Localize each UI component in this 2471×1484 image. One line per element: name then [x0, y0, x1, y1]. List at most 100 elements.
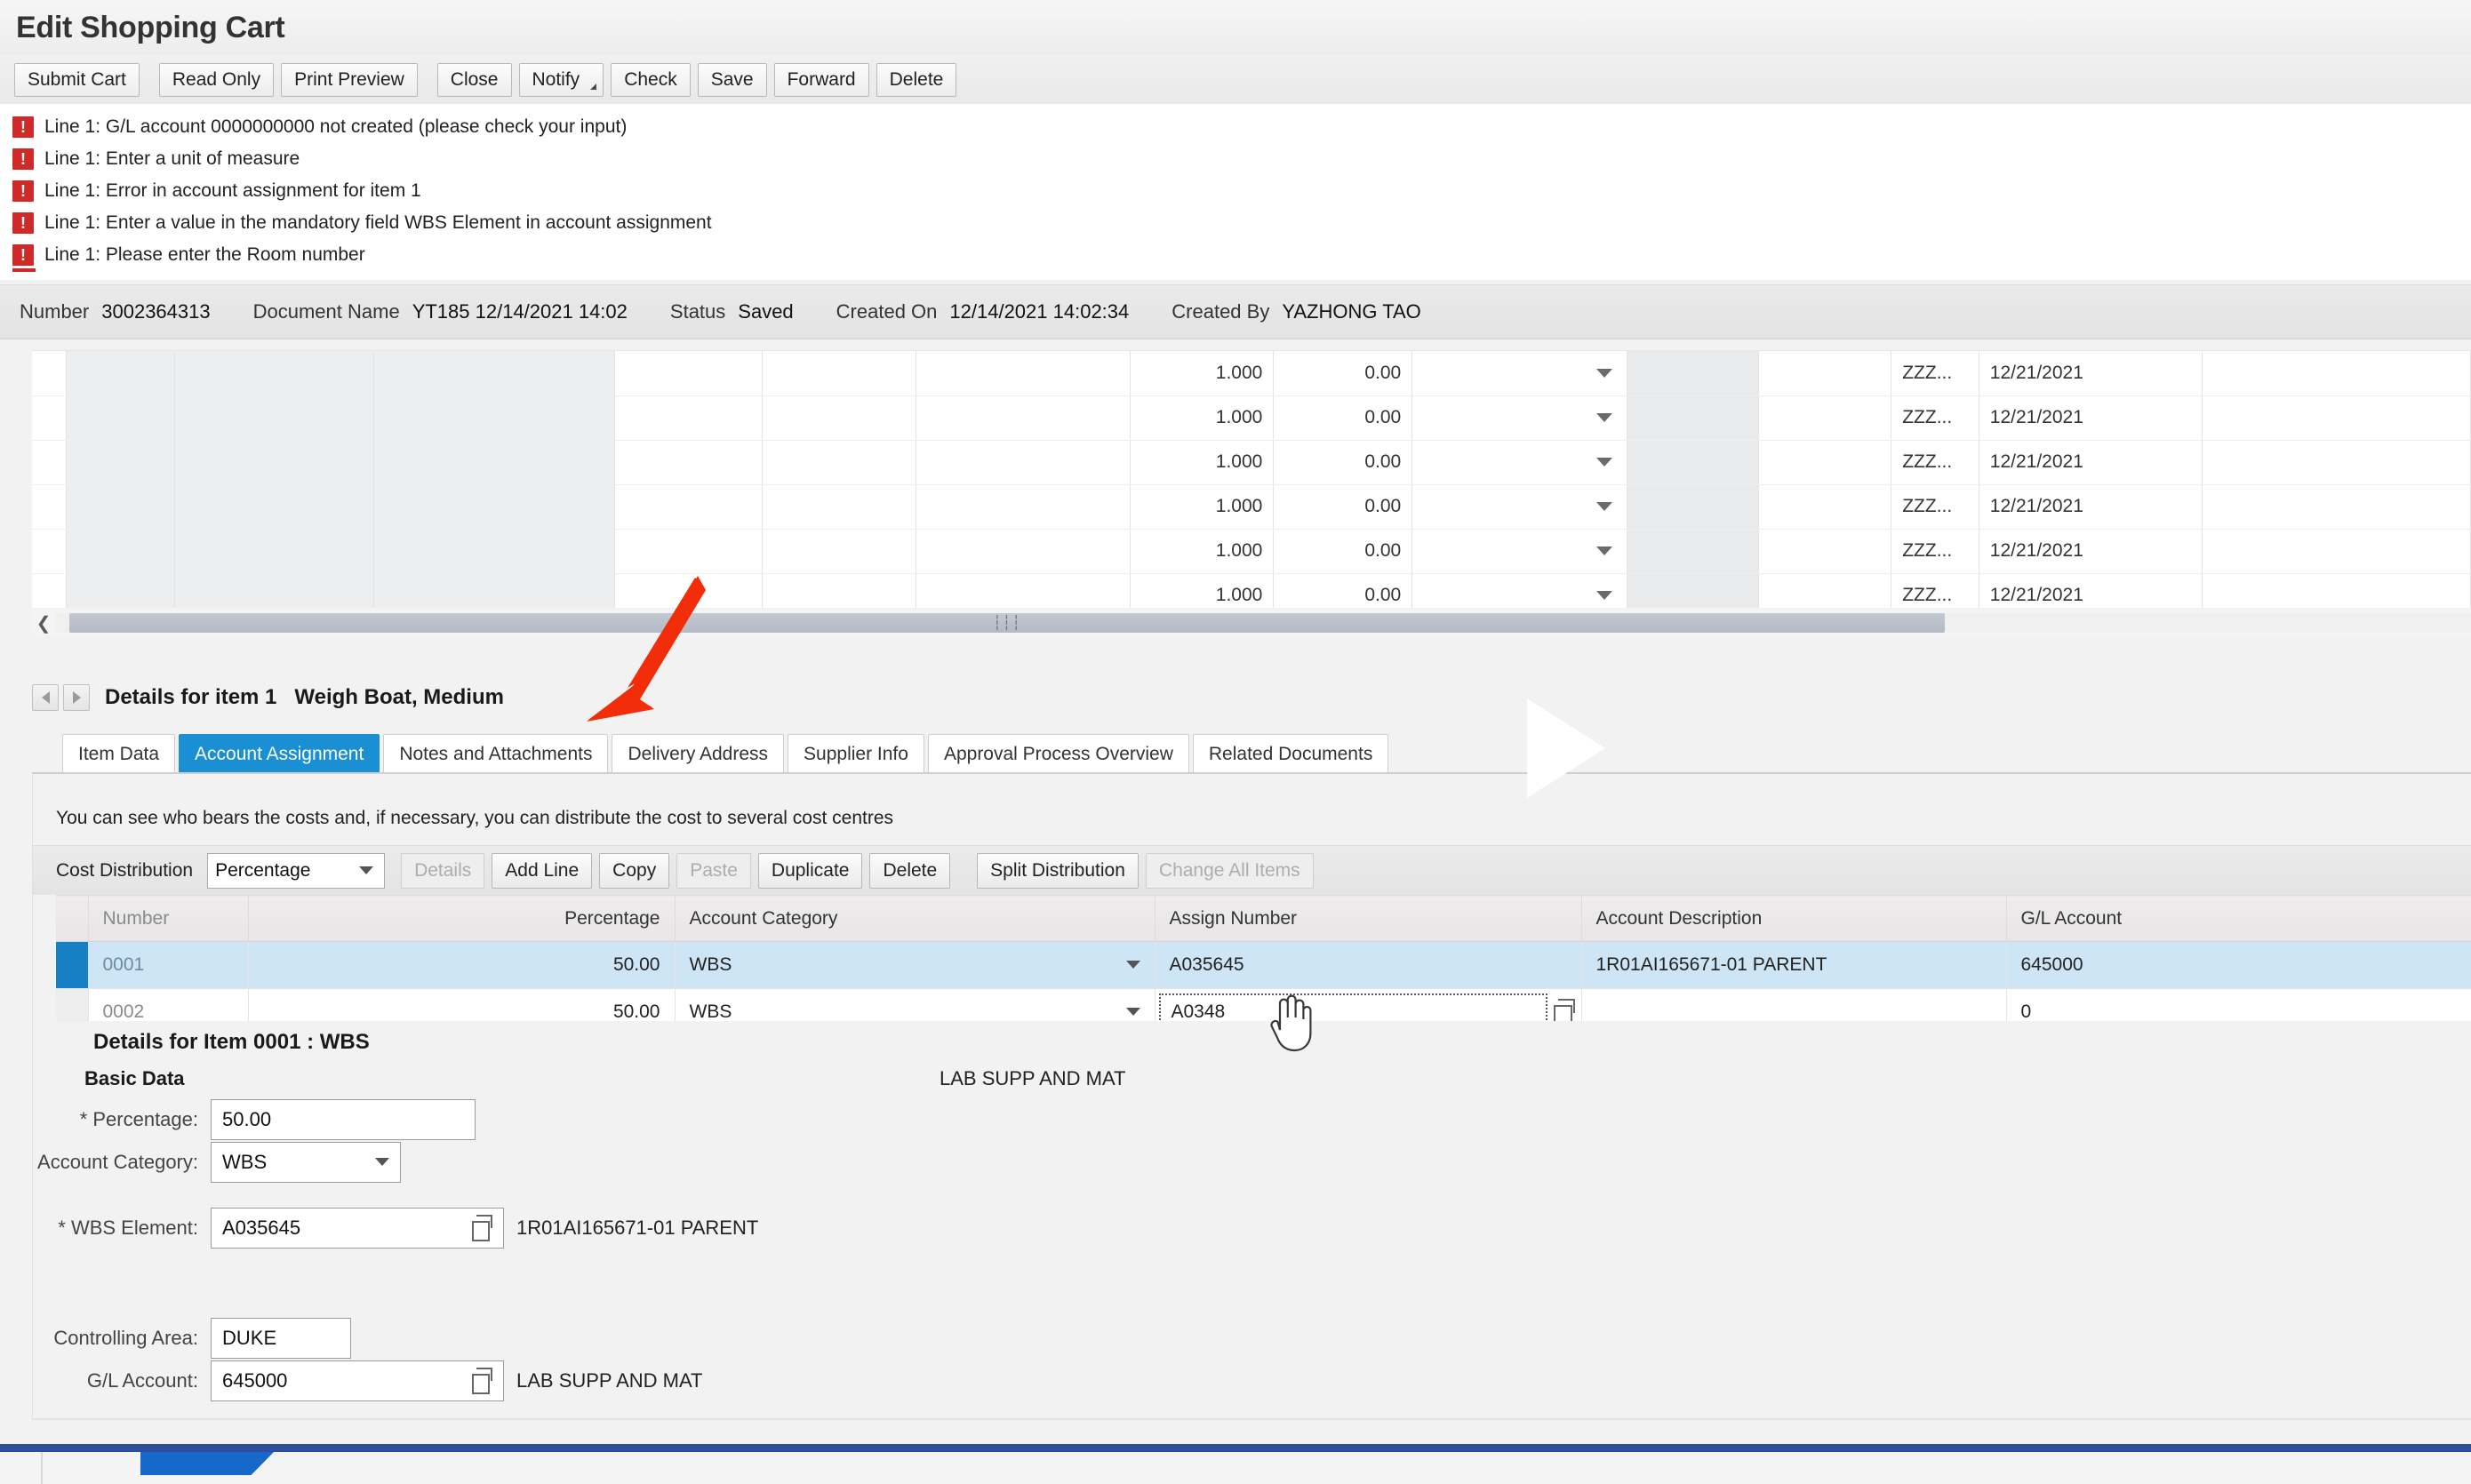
table-row[interactable]: 1.000 0.00 ZZZ... 12/21/2021	[32, 573, 2471, 608]
cost-distribution-select[interactable]: Percentage	[207, 852, 386, 889]
gl-account-input[interactable]: 645000	[211, 1360, 504, 1401]
item-quantity-cell[interactable]: 1.000	[1130, 351, 1275, 396]
scrollbar-track[interactable]: ┆┆┆	[55, 613, 2471, 633]
item-price-cell[interactable]: 0.00	[1273, 529, 1413, 574]
distribution-number-cell[interactable]: 0001	[88, 941, 249, 989]
item-price-cell[interactable]: 0.00	[1273, 440, 1413, 485]
scroll-left-icon[interactable]: ❮	[32, 610, 55, 636]
toolbar-button-save[interactable]: Save	[697, 62, 767, 97]
toolbar-button-close[interactable]: Close	[436, 62, 512, 97]
toolbar-button-notify[interactable]: Notify	[518, 62, 604, 97]
value-help-icon[interactable]	[469, 1367, 496, 1395]
next-item-button[interactable]	[63, 684, 90, 711]
cost-distribution-button-add-line[interactable]: Add Line	[492, 852, 593, 889]
toolbar-button-print-preview[interactable]: Print Preview	[281, 62, 418, 97]
table-row[interactable]: 1.000 0.00 ZZZ... 12/21/2021	[32, 395, 2471, 441]
column-header-percentage[interactable]: Percentage	[248, 895, 676, 942]
dropdown-caret-icon[interactable]	[590, 83, 597, 90]
item-price-cell[interactable]: 0.00	[1273, 351, 1413, 396]
tab-supplier-info[interactable]: Supplier Info	[788, 734, 924, 773]
item-price-cell[interactable]: 0.00	[1273, 573, 1413, 608]
taskbar-active-tab[interactable]	[140, 1452, 274, 1475]
item-quantity-cell[interactable]: 1.000	[1130, 529, 1275, 574]
chevron-down-icon[interactable]	[1595, 547, 1612, 555]
item-quantity-cell[interactable]: 1.000	[1130, 484, 1275, 530]
table-row[interactable]: 0001 50.00 WBS A035645 1R01AI165671-01 PAREN…	[56, 941, 2471, 989]
scrollbar-thumb[interactable]: ┆┆┆	[69, 613, 1945, 633]
item-price-cell[interactable]: 0.00	[1273, 395, 1413, 441]
cost-distribution-button-duplicate[interactable]: Duplicate	[757, 852, 863, 889]
column-header-account-description[interactable]: Account Description	[1581, 895, 2007, 942]
item-code-cell[interactable]: ZZZ...	[1891, 484, 1979, 530]
distribution-gl-account-cell[interactable]: 645000	[2006, 941, 2471, 989]
item-code-cell[interactable]: ZZZ...	[1891, 529, 1979, 574]
cost-distribution-button-copy[interactable]: Copy	[599, 852, 670, 889]
item-code-cell[interactable]: ZZZ...	[1891, 351, 1979, 396]
distribution-account-category-cell[interactable]: WBS	[675, 941, 1156, 989]
distribution-assign-number-cell[interactable]: A035645	[1155, 941, 1582, 989]
previous-item-button[interactable]	[32, 684, 59, 711]
item-dropdown-cell[interactable]	[1411, 440, 1627, 485]
item-dropdown-cell[interactable]	[1411, 573, 1627, 608]
account-category-select[interactable]: WBS	[211, 1142, 401, 1183]
table-row[interactable]: 1.000 0.00 ZZZ... 12/21/2021	[32, 484, 2471, 530]
column-header-gl-account[interactable]: G/L Account	[2006, 895, 2471, 942]
item-date-cell[interactable]: 12/21/2021	[1979, 573, 2203, 608]
table-cell	[32, 395, 67, 441]
item-dropdown-cell[interactable]	[1411, 351, 1627, 396]
tab-approval-process-overview[interactable]: Approval Process Overview	[927, 734, 1189, 773]
table-row[interactable]: 1.000 0.00 ZZZ... 12/21/2021	[32, 440, 2471, 485]
item-quantity-cell[interactable]: 1.000	[1130, 395, 1275, 441]
item-dropdown-cell[interactable]	[1411, 484, 1627, 530]
item-code-cell[interactable]: ZZZ...	[1891, 573, 1979, 608]
item-date-cell[interactable]: 12/21/2021	[1979, 395, 2203, 441]
table-cell	[1627, 573, 1760, 608]
item-table-horizontal-scrollbar[interactable]: ❮ ┆┆┆	[32, 610, 2471, 636]
column-header-account-category[interactable]: Account Category	[675, 895, 1156, 942]
chevron-down-icon[interactable]	[1595, 502, 1612, 511]
toolbar-button-read-only[interactable]: Read Only	[158, 62, 275, 97]
item-dropdown-cell[interactable]	[1411, 529, 1627, 574]
item-date-cell[interactable]: 12/21/2021	[1979, 529, 2203, 574]
item-date-cell[interactable]: 12/21/2021	[1979, 351, 2203, 396]
tab-account-assignment[interactable]: Account Assignment	[179, 734, 380, 773]
wbs-element-input[interactable]: A035645	[211, 1208, 504, 1249]
button-label: Change All Items	[1158, 859, 1300, 881]
chevron-down-icon[interactable]	[1125, 961, 1140, 969]
toolbar-button-submit-cart[interactable]: Submit Cart	[14, 62, 140, 97]
chevron-down-icon[interactable]	[1595, 413, 1612, 422]
item-price-cell[interactable]: 0.00	[1273, 484, 1413, 530]
tab-delivery-address[interactable]: Delivery Address	[612, 734, 785, 773]
item-quantity-cell[interactable]: 1.000	[1130, 440, 1275, 485]
item-code-cell[interactable]: ZZZ...	[1891, 440, 1979, 485]
cost-distribution-button-delete[interactable]: Delete	[869, 852, 951, 889]
item-dropdown-cell[interactable]	[1411, 395, 1627, 441]
value-help-icon[interactable]	[469, 1214, 496, 1242]
chevron-down-icon[interactable]	[1125, 1008, 1140, 1016]
item-date-cell[interactable]: 12/21/2021	[1979, 440, 2203, 485]
chevron-down-icon[interactable]	[1595, 458, 1612, 467]
column-header-number[interactable]: Number	[88, 895, 249, 942]
tab-related-documents[interactable]: Related Documents	[1192, 734, 1389, 773]
column-header-assign-number[interactable]: Assign Number	[1155, 895, 1582, 942]
chevron-down-icon[interactable]	[1595, 368, 1612, 378]
distribution-account-description-cell[interactable]: 1R01AI165671-01 PARENT	[1581, 941, 2007, 989]
row-selector-cell[interactable]	[56, 941, 89, 989]
item-code-cell[interactable]: ZZZ...	[1891, 395, 1979, 441]
chevron-down-icon[interactable]	[1595, 591, 1612, 600]
cost-distribution-button-split-distribution[interactable]: Split Distribution	[977, 852, 1139, 889]
toolbar-button-forward[interactable]: Forward	[773, 62, 869, 97]
toolbar-button-delete[interactable]: Delete	[876, 62, 957, 97]
distribution-percentage-cell[interactable]: 50.00	[248, 941, 676, 989]
item-date-cell[interactable]: 12/21/2021	[1979, 484, 2203, 530]
item-quantity-cell[interactable]: 1.000	[1130, 573, 1275, 608]
cost-distribution-button-details: Details	[401, 852, 485, 889]
toolbar-button-check[interactable]: Check	[611, 62, 691, 97]
percentage-input[interactable]: 50.00	[211, 1099, 476, 1140]
table-row[interactable]: 1.000 0.00 ZZZ... 12/21/2021	[32, 351, 2471, 396]
controlling-area-input[interactable]: DUKE	[211, 1318, 351, 1359]
tab-item-data[interactable]: Item Data	[62, 734, 176, 773]
document-field-label: Number	[20, 300, 90, 323]
table-row[interactable]: 1.000 0.00 ZZZ... 12/21/2021	[32, 529, 2471, 574]
tab-notes-and-attachments[interactable]: Notes and Attachments	[383, 734, 609, 773]
